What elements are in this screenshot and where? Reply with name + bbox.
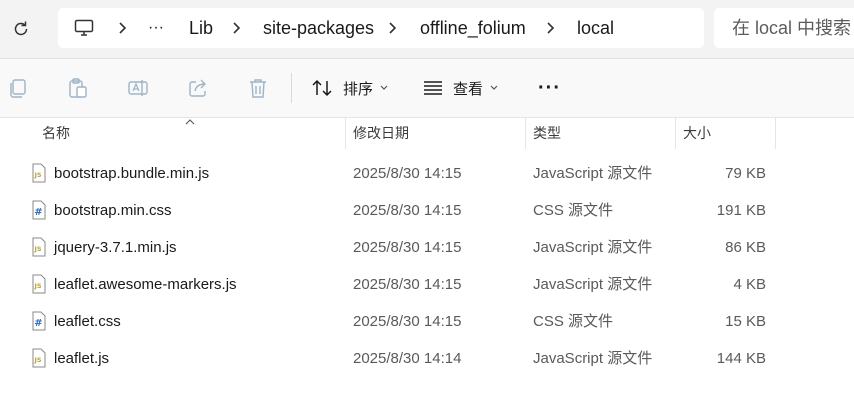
crumb-offline-folium[interactable]: offline_folium [420, 8, 526, 48]
search-input[interactable] [714, 8, 854, 48]
file-name: leaflet.css [54, 313, 121, 330]
table-row[interactable]: JS leaflet.js 2025/8/30 14:14 JavaScript… [0, 340, 854, 377]
overflow-crumb[interactable]: ··· [148, 8, 164, 48]
more-options-button[interactable]: ··· [538, 72, 561, 104]
svg-text:JS: JS [34, 356, 42, 364]
column-header-row: 名称 修改日期 类型 大小 [0, 117, 854, 149]
sort-icon [312, 79, 332, 97]
breadcrumb[interactable]: ··· Lib site-packages offline_folium loc… [58, 8, 704, 48]
column-resize-handle[interactable] [775, 117, 776, 149]
file-type: CSS 源文件 [533, 202, 614, 219]
column-size-header[interactable]: 大小 [675, 117, 775, 149]
toolbar-divider [291, 73, 292, 103]
file-size: 144 KB [716, 350, 766, 367]
delete-icon[interactable] [247, 77, 269, 99]
view-button[interactable]: 查看 [423, 72, 499, 104]
svg-text:JS: JS [34, 282, 42, 290]
copy-icon[interactable] [7, 77, 29, 99]
table-row[interactable]: JS jquery-3.7.1.min.js 2025/8/30 14:15 J… [0, 229, 854, 266]
view-label: 查看 [453, 80, 484, 98]
rename-icon[interactable] [127, 77, 149, 99]
file-size: 4 KB [733, 276, 766, 293]
crumb-local[interactable]: local [577, 8, 614, 48]
js-file-icon: JS [32, 274, 46, 294]
file-date: 2025/8/30 14:15 [353, 313, 462, 330]
file-name: leaflet.awesome-markers.js [54, 276, 237, 293]
js-file-icon: JS [32, 163, 46, 183]
file-size: 191 KB [716, 202, 766, 219]
paste-icon[interactable] [67, 77, 89, 99]
sort-button[interactable]: 排序 [311, 72, 389, 104]
file-size: 15 KB [725, 313, 766, 330]
chevron-down-icon [380, 85, 388, 90]
file-date: 2025/8/30 14:15 [353, 276, 462, 293]
svg-text:JS: JS [34, 245, 42, 253]
file-name: jquery-3.7.1.min.js [54, 239, 177, 256]
css-file-icon: # [32, 200, 46, 220]
file-size: 79 KB [725, 165, 766, 182]
table-row[interactable]: # leaflet.css 2025/8/30 14:15 CSS 源文件 15… [0, 303, 854, 340]
js-file-icon: JS [32, 237, 46, 257]
chevron-down-icon [490, 85, 498, 90]
file-date: 2025/8/30 14:14 [353, 350, 462, 367]
file-size: 86 KB [725, 239, 766, 256]
svg-text:#: # [34, 207, 42, 218]
file-name: bootstrap.bundle.min.js [54, 165, 210, 182]
refresh-button[interactable] [8, 16, 34, 42]
file-name: leaflet.js [54, 350, 110, 367]
table-row[interactable]: JS leaflet.awesome-markers.js 2025/8/30 … [0, 266, 854, 303]
table-row[interactable]: JS bootstrap.bundle.min.js 2025/8/30 14:… [0, 155, 854, 192]
column-date-header[interactable]: 修改日期 [345, 117, 525, 149]
css-file-icon: # [32, 311, 46, 331]
svg-text:#: # [34, 318, 42, 329]
crumb-site-packages[interactable]: site-packages [263, 8, 374, 48]
chevron-right-icon[interactable] [544, 20, 558, 36]
file-date: 2025/8/30 14:15 [353, 239, 462, 256]
command-bar: 排序 查看 ··· [0, 59, 854, 118]
file-type: JavaScript 源文件 [533, 165, 653, 182]
table-row[interactable]: # bootstrap.min.css 2025/8/30 14:15 CSS … [0, 192, 854, 229]
file-type: CSS 源文件 [533, 313, 614, 330]
computer-icon[interactable] [74, 18, 94, 43]
share-icon[interactable] [187, 77, 209, 99]
crumb-lib[interactable]: Lib [189, 8, 213, 48]
svg-text:JS: JS [34, 171, 42, 179]
chevron-right-icon[interactable] [116, 20, 130, 36]
view-icon [424, 81, 442, 95]
file-date: 2025/8/30 14:15 [353, 165, 462, 182]
file-type: JavaScript 源文件 [533, 276, 653, 293]
column-name-header[interactable]: 名称 [34, 117, 346, 149]
refresh-icon [14, 21, 28, 36]
file-name: bootstrap.min.css [54, 202, 172, 219]
sort-label: 排序 [343, 80, 374, 98]
file-date: 2025/8/30 14:15 [353, 202, 462, 219]
js-file-icon: JS [32, 348, 46, 368]
chevron-right-icon[interactable] [230, 20, 244, 36]
column-type-header[interactable]: 类型 [525, 117, 675, 149]
file-type: JavaScript 源文件 [533, 239, 653, 256]
file-type: JavaScript 源文件 [533, 350, 653, 367]
address-bar: ··· Lib site-packages offline_folium loc… [0, 0, 854, 59]
chevron-right-icon[interactable] [386, 20, 400, 36]
